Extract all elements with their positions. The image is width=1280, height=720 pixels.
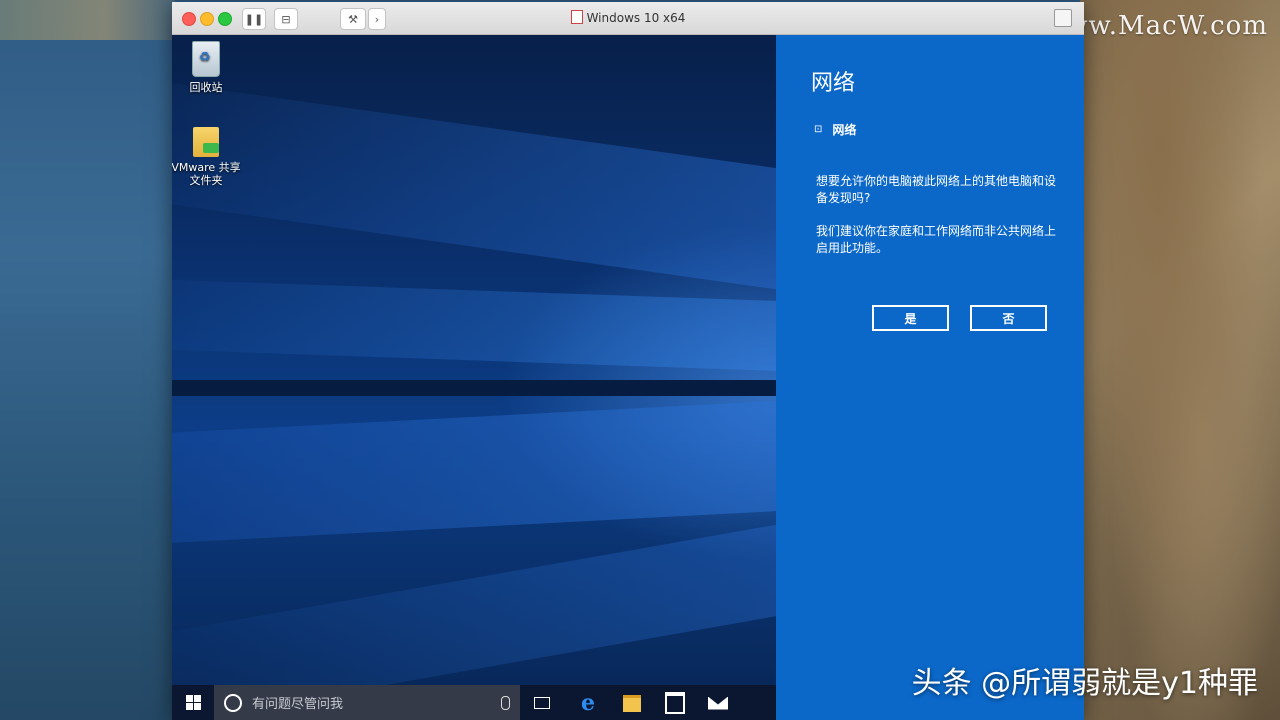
fullscreen-icon[interactable] xyxy=(1054,9,1072,27)
yes-button[interactable]: 是 xyxy=(872,305,949,331)
windows-logo-icon xyxy=(185,695,201,710)
network-flyout: 网络 ⊡ 网络 想要允许你的电脑被此网络上的其他电脑和设备发现吗? 我们建议你在… xyxy=(776,35,1084,720)
vm-window: ❚❚ ⊟ ⚒ › Windows 10 x64 回收站 VMware 共享 文件… xyxy=(172,2,1084,720)
cortana-icon xyxy=(224,693,242,712)
flyout-title: 网络 xyxy=(811,71,856,96)
microphone-icon[interactable] xyxy=(501,695,510,710)
store-icon[interactable] xyxy=(663,691,687,715)
desktop-icon-shared-folder[interactable]: VMware 共享 文件夹 xyxy=(172,127,246,187)
search-box[interactable]: 有问题尽管问我 xyxy=(214,685,520,720)
discovery-recommendation: 我们建议你在家庭和工作网络而非公共网络上启用此功能。 xyxy=(816,224,1057,255)
window-title: Windows 10 x64 xyxy=(172,10,1084,25)
file-explorer-icon[interactable] xyxy=(620,691,644,715)
no-button[interactable]: 否 xyxy=(970,305,1047,331)
vm-icon xyxy=(570,10,583,24)
network-name: 网络 xyxy=(832,123,857,137)
network-row: ⊡ 网络 xyxy=(814,121,856,138)
discovery-question: 想要允许你的电脑被此网络上的其他电脑和设备发现吗? xyxy=(816,174,1057,205)
windows-desktop: 回收站 VMware 共享 文件夹 xyxy=(172,35,776,685)
background-landscape-topleft xyxy=(0,0,175,40)
taskbar: 有问题尽管问我 e xyxy=(172,685,776,720)
desktop-icon-label: VMware 共享 文件夹 xyxy=(172,161,241,187)
start-button[interactable] xyxy=(172,685,214,720)
desktop-icon-recycle-bin[interactable]: 回收站 xyxy=(172,41,246,94)
task-view-icon[interactable] xyxy=(530,691,554,715)
caption: 头条 @所谓弱就是y1种罪 xyxy=(911,666,1258,701)
edge-icon[interactable]: e xyxy=(576,690,600,716)
search-placeholder: 有问题尽管问我 xyxy=(252,697,344,712)
background-landscape-right xyxy=(1080,0,1280,720)
window-titlebar[interactable]: ❚❚ ⊟ ⚒ › Windows 10 x64 xyxy=(172,2,1084,35)
mail-icon[interactable] xyxy=(706,691,730,715)
network-icon: ⊡ xyxy=(814,124,823,135)
recycle-bin-icon xyxy=(192,41,220,77)
shared-folder-icon xyxy=(193,127,219,157)
desktop-icon-label: 回收站 xyxy=(189,81,223,94)
